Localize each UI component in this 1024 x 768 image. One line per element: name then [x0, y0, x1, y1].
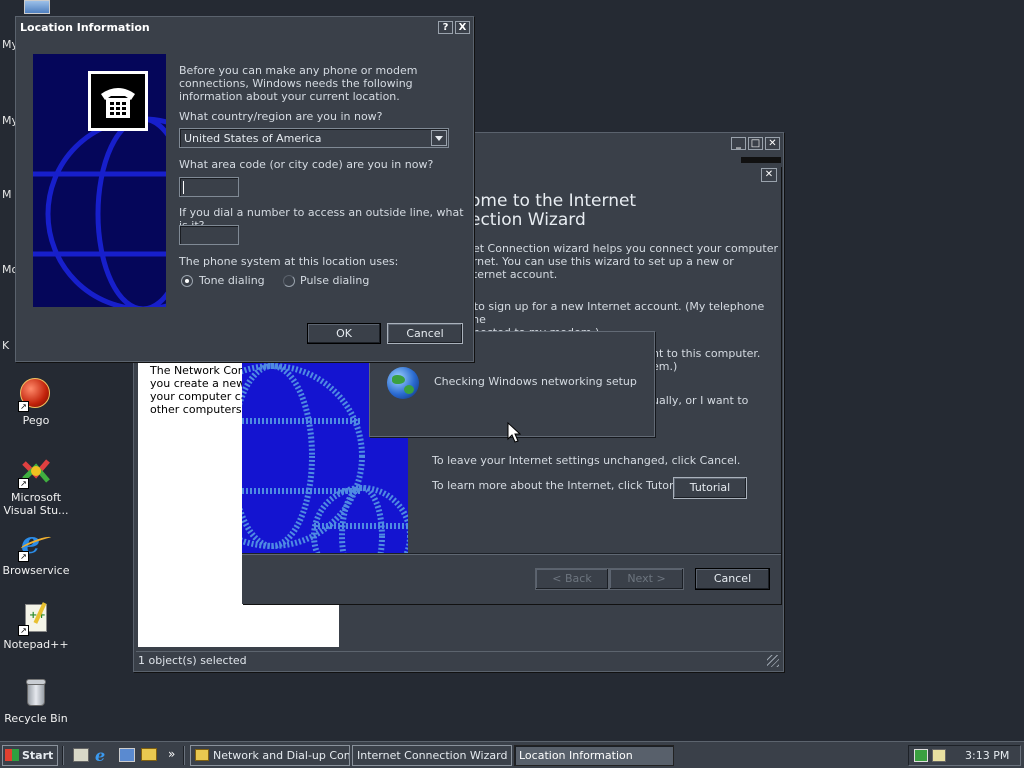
option-line: ually, or I want to: [652, 394, 749, 407]
country-select[interactable]: United States of America: [179, 128, 449, 148]
country-question-label: What country/region are you in now?: [179, 110, 383, 123]
tone-dialing-label: Tone dialing: [199, 274, 265, 287]
dialog-globe-graphic: [33, 54, 166, 307]
desktop-icon-notepad-plus-plus[interactable]: ++ ↗ Notepad++: [0, 602, 72, 651]
area-code-input[interactable]: [179, 177, 239, 197]
start-button[interactable]: Start: [2, 745, 58, 766]
wizard-learn-text: To learn more about the Internet, click …: [432, 479, 690, 492]
wizard-option-transfer[interactable]: nt to this computer. em.): [652, 347, 760, 373]
start-label: Start: [22, 749, 54, 762]
pulse-dialing-radio[interactable]: Pulse dialing: [283, 274, 369, 287]
desktop-icon-label: Recycle Bin: [4, 712, 68, 725]
recycle-bin-icon: [20, 676, 52, 708]
task-button-network[interactable]: Network and Dial-up Con...: [190, 745, 350, 766]
outlook-express-icon[interactable]: [119, 748, 135, 762]
taskbar: Start e » Network and Dial-up Con... Int…: [0, 741, 1024, 768]
visual-studio-icon: ↗: [18, 455, 52, 489]
pego-icon: ↗: [18, 378, 52, 412]
chevron-down-icon[interactable]: [431, 130, 447, 146]
resize-grip-icon[interactable]: [767, 655, 779, 667]
wizard-intro: net Connection wizard helps you connect …: [466, 242, 778, 281]
quicklaunch-more-button[interactable]: »: [168, 747, 175, 761]
radio-unchecked-icon: [283, 274, 295, 287]
maximize-button[interactable]: □: [748, 136, 763, 150]
progress-status-text: Checking Windows networking setup: [434, 375, 637, 388]
outside-line-input[interactable]: [179, 225, 239, 245]
ok-button[interactable]: OK: [307, 323, 381, 344]
intro-line: ernet. You can use this wizard to set up…: [466, 255, 734, 268]
minimize-button[interactable]: _: [731, 136, 746, 150]
back-button[interactable]: < Back: [535, 568, 609, 590]
desktop-icon-label: Pego: [22, 414, 50, 427]
task-label: Location Information: [519, 749, 633, 762]
folder-icon[interactable]: [141, 748, 157, 761]
wizard-cancel-button[interactable]: Cancel: [695, 568, 770, 590]
internet-explorer-quicklaunch-icon[interactable]: e: [95, 746, 113, 765]
option-line: t to sign up for a new Internet account.…: [466, 300, 765, 326]
intro-line: nternet account.: [466, 268, 558, 281]
radio-checked-icon: [181, 274, 193, 287]
pulse-dialing-label: Pulse dialing: [300, 274, 370, 287]
task-label: Internet Connection Wizard: [357, 749, 508, 762]
wizard-heading: ome to the Internet ection Wizard: [470, 192, 636, 230]
notepad-plus-plus-icon: ++ ↗: [18, 602, 52, 636]
network-folder-icon: [195, 749, 209, 761]
text-caret: [183, 181, 184, 194]
next-button[interactable]: Next >: [609, 568, 684, 590]
desktop-icon-recycle-bin[interactable]: Recycle Bin: [0, 676, 72, 725]
desktop-icon-browservice[interactable]: e ↗ Browservice: [0, 528, 72, 578]
task-label: Network and Dial-up Con...: [213, 749, 350, 762]
system-tray: 3:13 PM: [908, 745, 1021, 766]
windows-logo-icon: [5, 749, 19, 761]
wizard-divider: [242, 553, 781, 555]
tutorial-button[interactable]: Tutorial: [673, 477, 747, 499]
country-select-value: United States of America: [184, 132, 322, 145]
status-bar: 1 object(s) selected: [136, 651, 781, 669]
wizard-leave-text: To leave your Internet settings unchange…: [432, 454, 741, 467]
show-desktop-icon[interactable]: [73, 748, 89, 762]
dialog-titlebar[interactable]: Location Information ? X: [16, 17, 473, 37]
task-button-wizard[interactable]: Internet Connection Wizard: [352, 745, 512, 766]
dialog-intro-text: Before you can make any phone or modem c…: [179, 64, 418, 103]
status-text: 1 object(s) selected: [138, 654, 247, 667]
intro-line: net Connection wizard helps you connect …: [466, 242, 779, 255]
wizard-close-button[interactable]: ✕: [761, 168, 777, 182]
speaker-tray-icon[interactable]: [932, 749, 946, 762]
task-button-location-info[interactable]: Location Information: [514, 745, 674, 766]
phone-system-label: The phone system at this location uses:: [179, 255, 399, 268]
desktop-icon-label: Browservice: [2, 564, 70, 577]
wizard-option-manual[interactable]: ually, or I want to: [652, 394, 748, 407]
tone-dialing-radio[interactable]: Tone dialing: [181, 274, 265, 287]
clock[interactable]: 3:13 PM: [965, 749, 1009, 762]
dialog-cancel-button[interactable]: Cancel: [387, 323, 463, 344]
area-code-question-label: What area code (or city code) are you in…: [179, 158, 434, 171]
network-tray-icon[interactable]: [914, 749, 928, 762]
taskbar-separator: [62, 746, 64, 765]
location-information-dialog[interactable]: Location Information ? X Before you can …: [15, 16, 474, 362]
wizard-heading-line: ome to the Internet: [470, 191, 637, 211]
internet-explorer-icon: e ↗: [18, 528, 53, 562]
dialog-title: Location Information: [20, 20, 150, 34]
option-line: em.): [652, 360, 678, 373]
desktop-icon-label-partial[interactable]: K: [2, 339, 9, 352]
dialog-close-button[interactable]: X: [455, 20, 470, 34]
desktop-icon-label-partial[interactable]: M: [2, 188, 12, 201]
mouse-cursor-icon: [507, 421, 522, 447]
desktop-icon-visual-studio[interactable]: ↗ Microsoft Visual Stu...: [0, 455, 72, 517]
help-button[interactable]: ?: [438, 20, 453, 34]
desktop-icon-pego[interactable]: ↗ Pego: [0, 378, 72, 427]
wizard-heading-line: ection Wizard: [470, 210, 586, 230]
option-line: nt to this computer.: [652, 347, 761, 360]
close-button[interactable]: ✕: [765, 136, 780, 150]
my-computer-icon[interactable]: [24, 0, 50, 14]
desktop-icon-label: Notepad++: [3, 638, 69, 651]
network-window-toolbar-strip: [741, 157, 781, 163]
globe-icon: [387, 367, 419, 399]
telephone-icon: [88, 71, 148, 131]
taskbar-separator: [183, 746, 185, 765]
desktop-icon-label: Microsoft Visual Stu...: [3, 491, 69, 517]
